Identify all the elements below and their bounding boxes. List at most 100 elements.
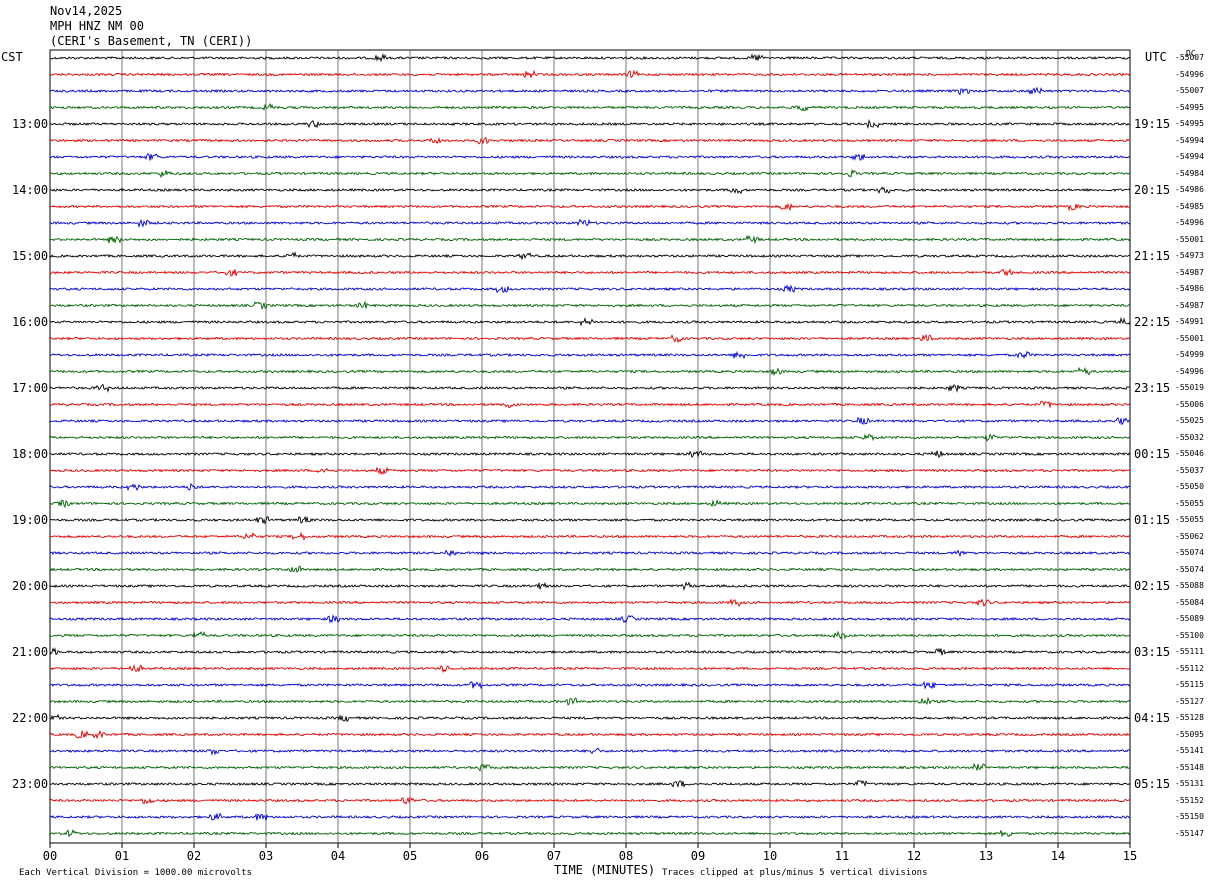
seismic-trace (49, 86, 1131, 96)
left-time-label: 18:00 (12, 447, 49, 461)
dc-offset-label: -54987 (1175, 267, 1204, 277)
seismic-trace (49, 316, 1131, 327)
dc-offset-label: -55147 (1175, 828, 1204, 838)
seismic-trace (49, 729, 1131, 740)
dc-offset-label: -55007 (1175, 86, 1204, 95)
seismic-trace (49, 136, 1131, 145)
dc-offset-label: -55074 (1175, 548, 1204, 557)
seismic-trace (49, 796, 1131, 805)
dc-offset-label: -54999 (1175, 350, 1204, 359)
clip-note: Traces clipped at plus/minus 5 vertical … (662, 868, 928, 878)
dc-offset-label: -55037 (1175, 465, 1204, 475)
seismic-trace (49, 383, 1131, 393)
seismic-trace (49, 284, 1131, 294)
x-axis-ticks: 00 01 02 03 04 05 06 07 08 09 10 11 12 13 14 15 (43, 843, 1137, 863)
seismic-trace (49, 647, 1131, 656)
dc-offset-label: -54991 (1175, 317, 1204, 326)
x-tick-label: 05 (403, 849, 417, 863)
x-tick-label: 14 (1051, 849, 1065, 863)
x-tick-label: 13 (979, 849, 993, 863)
seismic-trace (49, 118, 1130, 130)
seismic-trace (49, 450, 1131, 459)
seismic-trace (49, 366, 1131, 377)
left-time-label: 20:00 (12, 579, 49, 593)
dc-offset-label: -55127 (1175, 696, 1204, 706)
seismic-trace (49, 251, 1131, 260)
dc-offset-label: -55055 (1175, 498, 1204, 508)
x-tick-label: 01 (115, 849, 129, 863)
seismic-trace (49, 581, 1131, 591)
dc-offset-label: -55131 (1175, 779, 1204, 788)
x-tick-label: 03 (259, 849, 273, 863)
seismic-trace (49, 549, 1131, 558)
dc-offset-label: -55025 (1175, 416, 1204, 425)
left-time-label: 13:00 (12, 117, 49, 131)
right-time-label: 20:15 (1134, 183, 1171, 197)
dc-offset-label: -54986 (1175, 185, 1204, 194)
left-time-label: 21:00 (12, 645, 49, 659)
dc-offset-label: -55074 (1175, 564, 1204, 574)
seismic-trace (49, 218, 1131, 229)
dc-offset-label: -55112 (1175, 663, 1204, 673)
x-tick-label: 15 (1123, 849, 1137, 863)
right-time-label: 19:15 (1134, 117, 1171, 131)
x-axis-title: TIME (MINUTES) (554, 863, 656, 877)
seismic-trace (49, 812, 1131, 821)
seismic-trace (49, 400, 1131, 409)
seismic-trace (49, 482, 1131, 492)
dc-offset-label: -55055 (1175, 515, 1204, 524)
right-time-label: 03:15 (1134, 645, 1171, 659)
dc-offset-label: -54996 (1175, 366, 1204, 376)
dc-offset-label: -54995 (1175, 119, 1204, 128)
seismic-trace (49, 102, 1131, 112)
seismic-trace (49, 186, 1131, 195)
seismic-trace (49, 416, 1130, 426)
seismic-trace (49, 300, 1131, 310)
x-tick-label: 10 (763, 849, 777, 863)
plot-grid (49, 49, 1131, 844)
left-time-label: 23:00 (12, 777, 49, 791)
dc-offset-label: -55019 (1175, 383, 1204, 392)
dc-offset-label: -55095 (1175, 729, 1204, 739)
dc-offset-label: -55111 (1175, 647, 1204, 656)
dc-offset-label: -55046 (1175, 449, 1204, 458)
right-time-label: 04:15 (1134, 711, 1171, 725)
dc-offset-label: -55032 (1175, 432, 1204, 442)
right-time-label: 00:15 (1134, 447, 1171, 461)
seismic-trace (49, 630, 1131, 640)
x-tick-label: 09 (691, 849, 705, 863)
dc-offset-label: -55128 (1175, 713, 1204, 722)
dc-offset-label: -55088 (1175, 581, 1204, 590)
seismic-trace (49, 680, 1131, 690)
seismic-trace (49, 696, 1131, 706)
dc-offset-label: -55115 (1175, 680, 1204, 689)
seismic-trace (49, 498, 1131, 509)
seismic-trace (49, 69, 1131, 79)
plot-frame (49, 49, 1131, 844)
seismic-trace (49, 598, 1130, 607)
seismic-trace (49, 565, 1131, 573)
seismic-trace (49, 747, 1131, 756)
x-tick-label: 12 (907, 849, 921, 863)
dc-offset-label: -54996 (1175, 218, 1204, 227)
x-tick-label: 08 (619, 849, 633, 863)
dc-offset-label: -54973 (1175, 251, 1204, 260)
dc-offset-label: -54984 (1175, 168, 1204, 178)
left-time-label: 15:00 (12, 249, 49, 263)
left-time-label: 19:00 (12, 513, 49, 527)
x-tick-label: 02 (187, 849, 201, 863)
left-time-label: 22:00 (12, 711, 49, 725)
dc-offset-label: -55152 (1175, 795, 1204, 805)
seismic-trace (49, 267, 1131, 277)
right-time-label: 01:15 (1134, 513, 1171, 527)
seismic-trace (49, 202, 1131, 212)
right-time-label: 02:15 (1134, 579, 1171, 593)
dc-offset-label: -54985 (1175, 201, 1204, 211)
seismic-trace (49, 762, 1131, 772)
seismic-trace (49, 53, 1131, 63)
seismic-trace (49, 350, 1131, 360)
dc-offset-label: -54996 (1175, 69, 1204, 79)
seismic-trace (49, 531, 1131, 541)
helicorder-plot: 00 01 02 03 04 05 06 07 08 09 10 11 12 13 14 15 (43, 49, 1137, 863)
x-tick-label: 11 (835, 849, 849, 863)
